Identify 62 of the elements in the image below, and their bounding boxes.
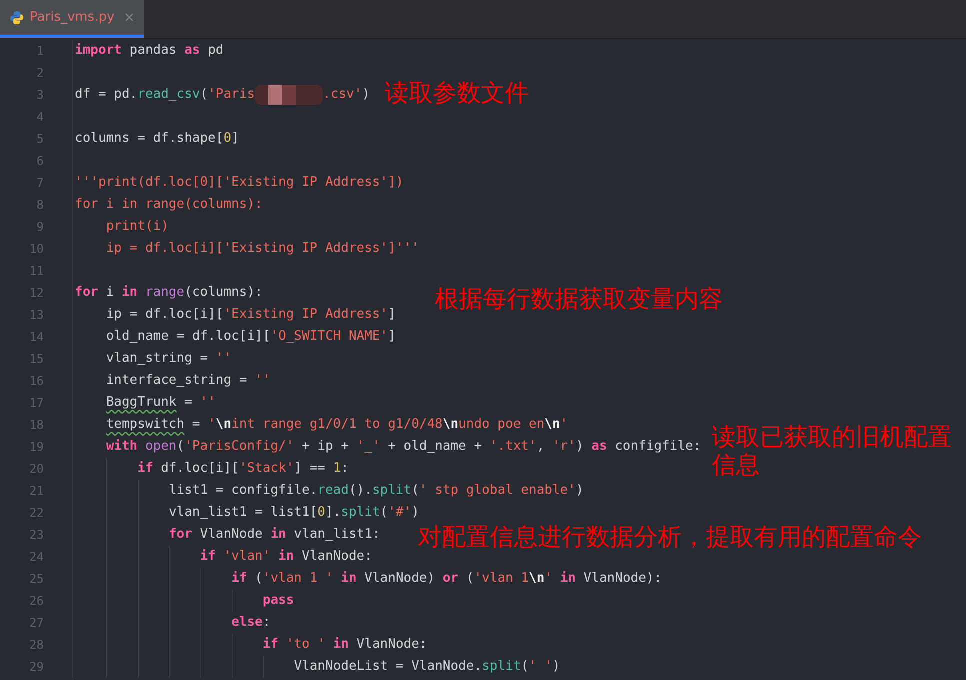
line-number: 5 (0, 128, 73, 150)
annotation-note: 对配置信息进行数据分析，提取有用的配置命令 (418, 523, 923, 551)
line-number: 26 (0, 590, 73, 612)
line-number: 2 (0, 62, 73, 84)
code-line: for i in range(columns): (74, 196, 263, 214)
line-number: 24 (0, 546, 73, 568)
line-number: 8 (0, 194, 73, 216)
line-number: 16 (0, 370, 73, 392)
code-line: list1 = configfile.read().split(' stp global enable') (73, 480, 584, 502)
code-line: tempswitch = '\nint range g1/0/1 to g1/0/48\nundo poe en\n' (105, 416, 568, 434)
line-number: 27 (0, 612, 73, 634)
code-line: if ('vlan 1 ' in VlanNode) or ('vlan 1\n' in VlanNode): (73, 568, 662, 590)
code-line: import pandas as pd (74, 42, 224, 60)
code-line: vlan_list1 = list1[0].split('#') (73, 502, 420, 524)
line-number: 17 (0, 392, 73, 414)
line-number: 23 (0, 524, 73, 546)
line-number: 19 (0, 436, 73, 458)
code-line: old_name = df.loc[i]['O_SWITCH NAME'] (105, 328, 396, 346)
line-number: 9 (0, 216, 73, 238)
code-line: VlanNodeList = VlanNode.split(' ') (73, 656, 560, 678)
line-number: 15 (0, 348, 73, 370)
redaction-block (255, 85, 324, 105)
line-number: 14 (0, 326, 73, 348)
line-number: 6 (0, 150, 73, 172)
code-line: if 'to ' in VlanNode: (73, 634, 428, 656)
line-number: 11 (0, 260, 73, 282)
python-icon (10, 10, 24, 24)
code-line: ip = df.loc[i]['Existing IP Address'] (105, 306, 396, 324)
annotation-note: 根据每行数据获取变量内容 (435, 285, 724, 313)
line-number: 3 (0, 84, 73, 106)
line-number: 18 (0, 414, 73, 436)
line-number: 28 (0, 634, 73, 656)
line-number: 21 (0, 480, 73, 502)
code-line: '''print(df.loc[0]['Existing IP Address']) (74, 174, 404, 192)
code-line: df = pd.read_csv('Paris .csv') (73, 84, 370, 106)
code-line: with open('ParisConfig/' + ip + '_' + old_name + '.txt', 'r') as configfile: (105, 438, 702, 456)
line-number: 22 (0, 502, 73, 524)
code-line: pass (73, 590, 294, 612)
annotation-note: 读取已获取的旧机配置信息 (712, 423, 953, 479)
code-line: for VlanNode in vlan_list1: (73, 524, 380, 546)
code-line: for i in range(columns): (74, 284, 263, 302)
code-line: if df.loc[i]['Stack'] == 1: (73, 458, 349, 480)
line-number: 29 (0, 656, 73, 678)
line-number: 13 (0, 304, 73, 326)
line-number: 25 (0, 568, 73, 590)
code-line: print(i) (105, 218, 169, 236)
line-number: 4 (0, 106, 73, 128)
line-number: 7 (0, 172, 73, 194)
line-number: 1 (0, 40, 73, 62)
file-tab[interactable]: Paris_vms.py (0, 0, 144, 38)
code-line: else: (73, 612, 271, 634)
code-line: ip = df.loc[i]['Existing IP Address']''' (105, 240, 420, 258)
code-line: interface_string = '' (105, 372, 271, 390)
code-line: columns = df.shape[0] (74, 130, 240, 148)
line-number: 20 (0, 458, 73, 480)
line-number: 10 (0, 238, 73, 260)
code-line: if 'vlan' in VlanNode: (73, 546, 372, 568)
annotation-note: 读取参数文件 (385, 79, 530, 107)
line-number: 12 (0, 282, 73, 304)
code-line: vlan_string = '' (105, 350, 232, 368)
code-line: BaggTrunk = '' (105, 394, 216, 412)
close-icon[interactable] (124, 13, 134, 22)
